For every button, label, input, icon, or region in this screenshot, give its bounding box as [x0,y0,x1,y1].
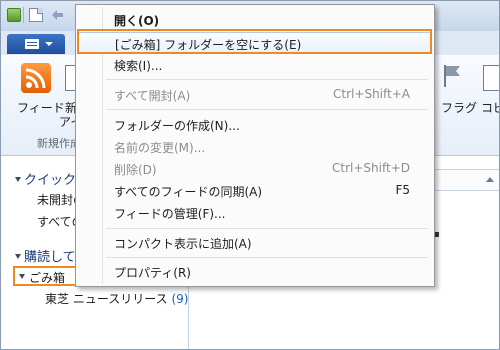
subscribed-feeds-header[interactable]: 購読して [15,246,76,265]
menu-item-sync-all-feeds[interactable]: すべてのフィードの同期(A) F5 [78,180,432,202]
mail-app-window: フィード 新 アイ 新規作成 フラグ コピ クイック分 未開封の すべての 購読… [0,0,500,350]
undo-arrow-icon[interactable] [49,8,63,22]
flag-button-label[interactable]: フラグ [441,99,477,116]
menu-item-label: フィードの管理(F)... [114,207,226,221]
menu-item-properties[interactable]: プロパティ(R) [78,261,432,283]
menu-item-rename[interactable]: 名前の変更(M)... [78,136,432,158]
menu-separator [106,228,428,229]
menu-separator [106,79,428,80]
flag-icon[interactable] [441,63,463,89]
menu-item-label: 削除(D) [114,163,157,177]
menu-item-shortcut: Ctrl+Shift+D [332,161,410,175]
menu-item-label: フォルダーの作成(N)... [114,119,240,133]
menu-item-shortcut: F5 [395,183,410,197]
menu-item-label: プロパティ(R) [114,266,191,280]
copy-icon[interactable] [483,65,499,91]
menu-item-label: コンパクト表示に追加(A) [114,237,252,251]
feed-item-label: 東芝 ニュースリリース [45,292,168,306]
trash-folder-label: ごみ箱 [29,271,66,285]
highlight-callout [77,29,432,54]
scroll-up-icon[interactable] [486,177,494,182]
menu-item-create-folder[interactable]: フォルダーの作成(N)... [78,114,432,136]
app-icon[interactable] [7,8,21,22]
menu-separator [106,257,428,258]
menu-item-search[interactable]: 検索(I)... [78,54,432,76]
menu-item-label: すべて開封(A) [114,89,191,103]
feed-button-label[interactable]: フィード [17,99,65,116]
menu-item-shortcut: Ctrl+Shift+A [333,87,410,101]
expand-triangle-icon [15,254,21,259]
unread-count-badge: (9) [171,292,189,306]
menu-item-label: 検索(I)... [114,59,163,73]
menu-item-label: すべてのフィードの同期(A) [114,185,263,199]
feed-item-toshiba[interactable]: 東芝 ニュースリリース (9) [45,290,188,307]
new-document-icon[interactable] [29,8,43,22]
menu-item-add-compact-view[interactable]: コンパクト表示に追加(A) [78,232,432,254]
subscribed-feeds-label: 購読して [24,250,76,265]
menu-separator [106,109,428,110]
menu-item-delete[interactable]: 削除(D) Ctrl+Shift+D [78,158,432,180]
copy-button-label[interactable]: コピ [481,99,499,116]
menu-item-open[interactable]: 開く(O) [78,9,432,31]
menu-item-label: 開く(O) [114,14,160,28]
expand-triangle-icon [15,177,21,182]
expand-triangle-icon [19,274,25,279]
menu-item-mark-all-read[interactable]: すべて開封(A) Ctrl+Shift+A [78,84,432,106]
menu-item-label: 名前の変更(M)... [114,141,206,155]
ribbon-menu-button[interactable] [7,34,65,54]
ribbon-menu-icon [25,39,39,49]
toolbar-divider [23,7,24,23]
menu-item-manage-feeds[interactable]: フィードの管理(F)... [78,202,432,224]
rss-feed-icon[interactable] [21,63,51,93]
chevron-down-icon [45,42,53,46]
trash-folder[interactable]: ごみ箱 [13,266,79,286]
